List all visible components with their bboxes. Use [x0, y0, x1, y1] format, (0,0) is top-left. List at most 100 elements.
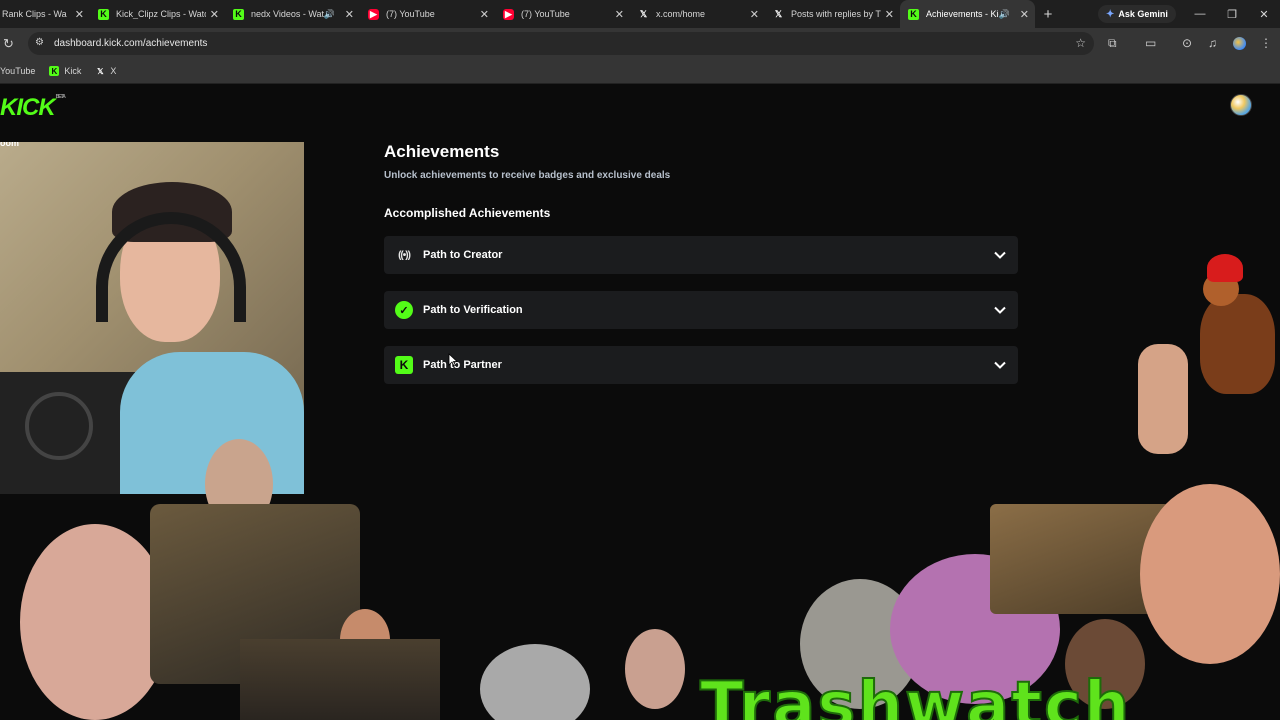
close-window-icon[interactable]: ✕ [1248, 0, 1280, 28]
reload-icon[interactable]: ↻ [3, 36, 14, 52]
close-tab-icon[interactable]: ✕ [750, 8, 759, 21]
tab-title: (7) YouTube [521, 9, 570, 19]
tab-title: (7) YouTube [386, 9, 435, 19]
cam-person-face [120, 202, 220, 342]
cast-icon[interactable]: ▭ [1145, 36, 1156, 50]
bookmark-kick[interactable]: K Kick [49, 66, 81, 76]
profile-avatar-icon[interactable] [1233, 37, 1246, 50]
overlay-boxes [990, 504, 1170, 614]
overlay-face-small [340, 609, 390, 671]
achievement-label: Path to Creator [423, 249, 503, 261]
achievements-section: Achievements Unlock achievements to rece… [384, 140, 1018, 401]
kick-favicon-icon: K [49, 66, 60, 76]
cam-person-hair [112, 182, 232, 242]
close-tab-icon[interactable]: ✕ [615, 8, 624, 21]
achievement-path-to-verification[interactable]: ✓ Path to Verification [384, 291, 1018, 329]
browser-tab-3[interactable]: K nedx Videos - Wat 🔊 ✕ [225, 0, 360, 28]
cam-label: oom [0, 142, 19, 148]
audio-playing-icon[interactable]: 🔊 [324, 9, 335, 20]
trashwatch-banner: Trashwatch [699, 669, 1132, 720]
kick-dashboard-page: KICKBETA oom Trashwatch Achievements Unl… [0, 84, 1280, 720]
overlay-face-bottom-left [20, 524, 170, 720]
browser-tab-6[interactable]: 𝕏 x.com/home ✕ [630, 0, 765, 28]
close-tab-icon[interactable]: ✕ [1020, 8, 1029, 21]
chevron-down-icon[interactable] [993, 303, 1007, 317]
mouse-cursor-icon [448, 353, 458, 367]
bookmark-label: X [110, 66, 117, 76]
page-subtitle: Unlock achievements to receive badges an… [384, 170, 671, 181]
browser-tab-2[interactable]: K Kick_Clipz Clips - Watc ✕ [90, 0, 225, 28]
close-tab-icon[interactable]: ✕ [75, 8, 84, 21]
tab-title: nedx Videos - Wat [251, 9, 324, 19]
rooster-body [1200, 294, 1275, 394]
audio-playing-icon[interactable]: 🔊 [999, 9, 1010, 20]
kick-partner-icon: K [395, 356, 413, 374]
page-title: Achievements [384, 142, 500, 161]
cam-speaker [0, 372, 135, 494]
menu-kebab-icon[interactable]: ⋮ [1260, 36, 1272, 50]
browser-tab-5[interactable]: ▶ (7) YouTube ✕ [495, 0, 630, 28]
verified-badge-icon: ✓ [395, 301, 413, 319]
webcam-feed: oom [0, 142, 304, 494]
minimize-icon[interactable]: — [1184, 0, 1216, 28]
kick-favicon-icon: K [98, 8, 109, 20]
tab-title: x.com/home [656, 9, 706, 19]
gemini-sparkle-icon: ✦ [1106, 8, 1115, 20]
rooster-image [1195, 254, 1275, 399]
download-icon[interactable]: ⊙ [1182, 36, 1192, 50]
x-favicon-icon: 𝕏 [639, 8, 648, 19]
tab-title: Posts with replies by Tr [791, 9, 881, 19]
chevron-down-icon[interactable] [993, 248, 1007, 262]
user-avatar[interactable] [1230, 94, 1252, 116]
beta-badge: BETA [55, 94, 66, 100]
overlay-face-center [625, 629, 685, 709]
achievement-label: Path to Partner [423, 359, 502, 371]
tab-title: Rank Clips - Wa [2, 9, 67, 19]
url-text[interactable]: dashboard.kick.com/achievements [54, 38, 207, 49]
overlay-face-left [205, 439, 273, 529]
site-info-icon[interactable]: ⚙ [35, 37, 44, 48]
close-tab-icon[interactable]: ✕ [885, 8, 894, 21]
tab-title: Achievements - Kic [926, 9, 999, 19]
browser-tab-4[interactable]: ▶ (7) YouTube ✕ [360, 0, 495, 28]
kick-favicon-icon: K [908, 8, 919, 20]
bookmark-star-icon[interactable]: ☆ [1075, 36, 1086, 50]
browser-toolbar: ↻ ⚙ dashboard.kick.com/achievements ☆ ⧉ … [0, 28, 1280, 59]
headphones-icon [96, 212, 246, 322]
close-tab-icon[interactable]: ✕ [480, 8, 489, 21]
extensions-icon[interactable]: ⧉ [1108, 36, 1117, 51]
bookmark-youtube[interactable]: YouTube [0, 66, 35, 76]
bookmark-label: YouTube [0, 66, 36, 76]
rooster-head [1203, 272, 1239, 306]
tab-strip: Rank Clips - Wa ✕ K Kick_Clipz Clips - W… [0, 0, 1280, 28]
bookmark-x[interactable]: 𝕏 X [95, 66, 116, 76]
overlay-hand [1138, 344, 1188, 454]
ask-gemini-button[interactable]: ✦ Ask Gemini [1098, 5, 1176, 23]
achievement-label: Path to Verification [423, 304, 523, 316]
achievement-path-to-creator[interactable]: ((•)) Path to Creator [384, 236, 1018, 274]
address-bar[interactable]: ⚙ dashboard.kick.com/achievements ☆ [28, 32, 1094, 55]
logo-text: KICK [0, 94, 56, 121]
browser-tab-1[interactable]: Rank Clips - Wa ✕ [0, 0, 90, 28]
overlay-junk-pile-2 [240, 639, 440, 720]
restore-icon[interactable]: ❐ [1216, 0, 1248, 28]
achievement-path-to-partner[interactable]: K Path to Partner [384, 346, 1018, 384]
x-favicon-icon: 𝕏 [97, 66, 104, 76]
overlay-junk-pile [150, 504, 360, 684]
cam-person-shirt [120, 352, 304, 494]
cam-background [0, 142, 304, 494]
kick-logo[interactable]: KICKBETA [0, 94, 66, 122]
broadcast-icon: ((•)) [398, 249, 411, 261]
overlay-trash-bag [800, 579, 920, 709]
ask-gemini-label: Ask Gemini [1118, 9, 1168, 19]
new-tab-button[interactable]: + [1035, 0, 1061, 28]
chevron-down-icon[interactable] [993, 358, 1007, 372]
youtube-favicon-icon: ▶ [368, 8, 379, 20]
x-favicon-icon: 𝕏 [774, 8, 783, 19]
browser-tab-7[interactable]: 𝕏 Posts with replies by Tr ✕ [765, 0, 900, 28]
close-tab-icon[interactable]: ✕ [210, 8, 219, 21]
browser-tab-active[interactable]: K Achievements - Kic 🔊 ✕ [900, 0, 1035, 28]
media-controls-icon[interactable]: ♫ [1208, 36, 1217, 50]
close-tab-icon[interactable]: ✕ [345, 8, 354, 21]
rooster-comb [1207, 254, 1243, 282]
